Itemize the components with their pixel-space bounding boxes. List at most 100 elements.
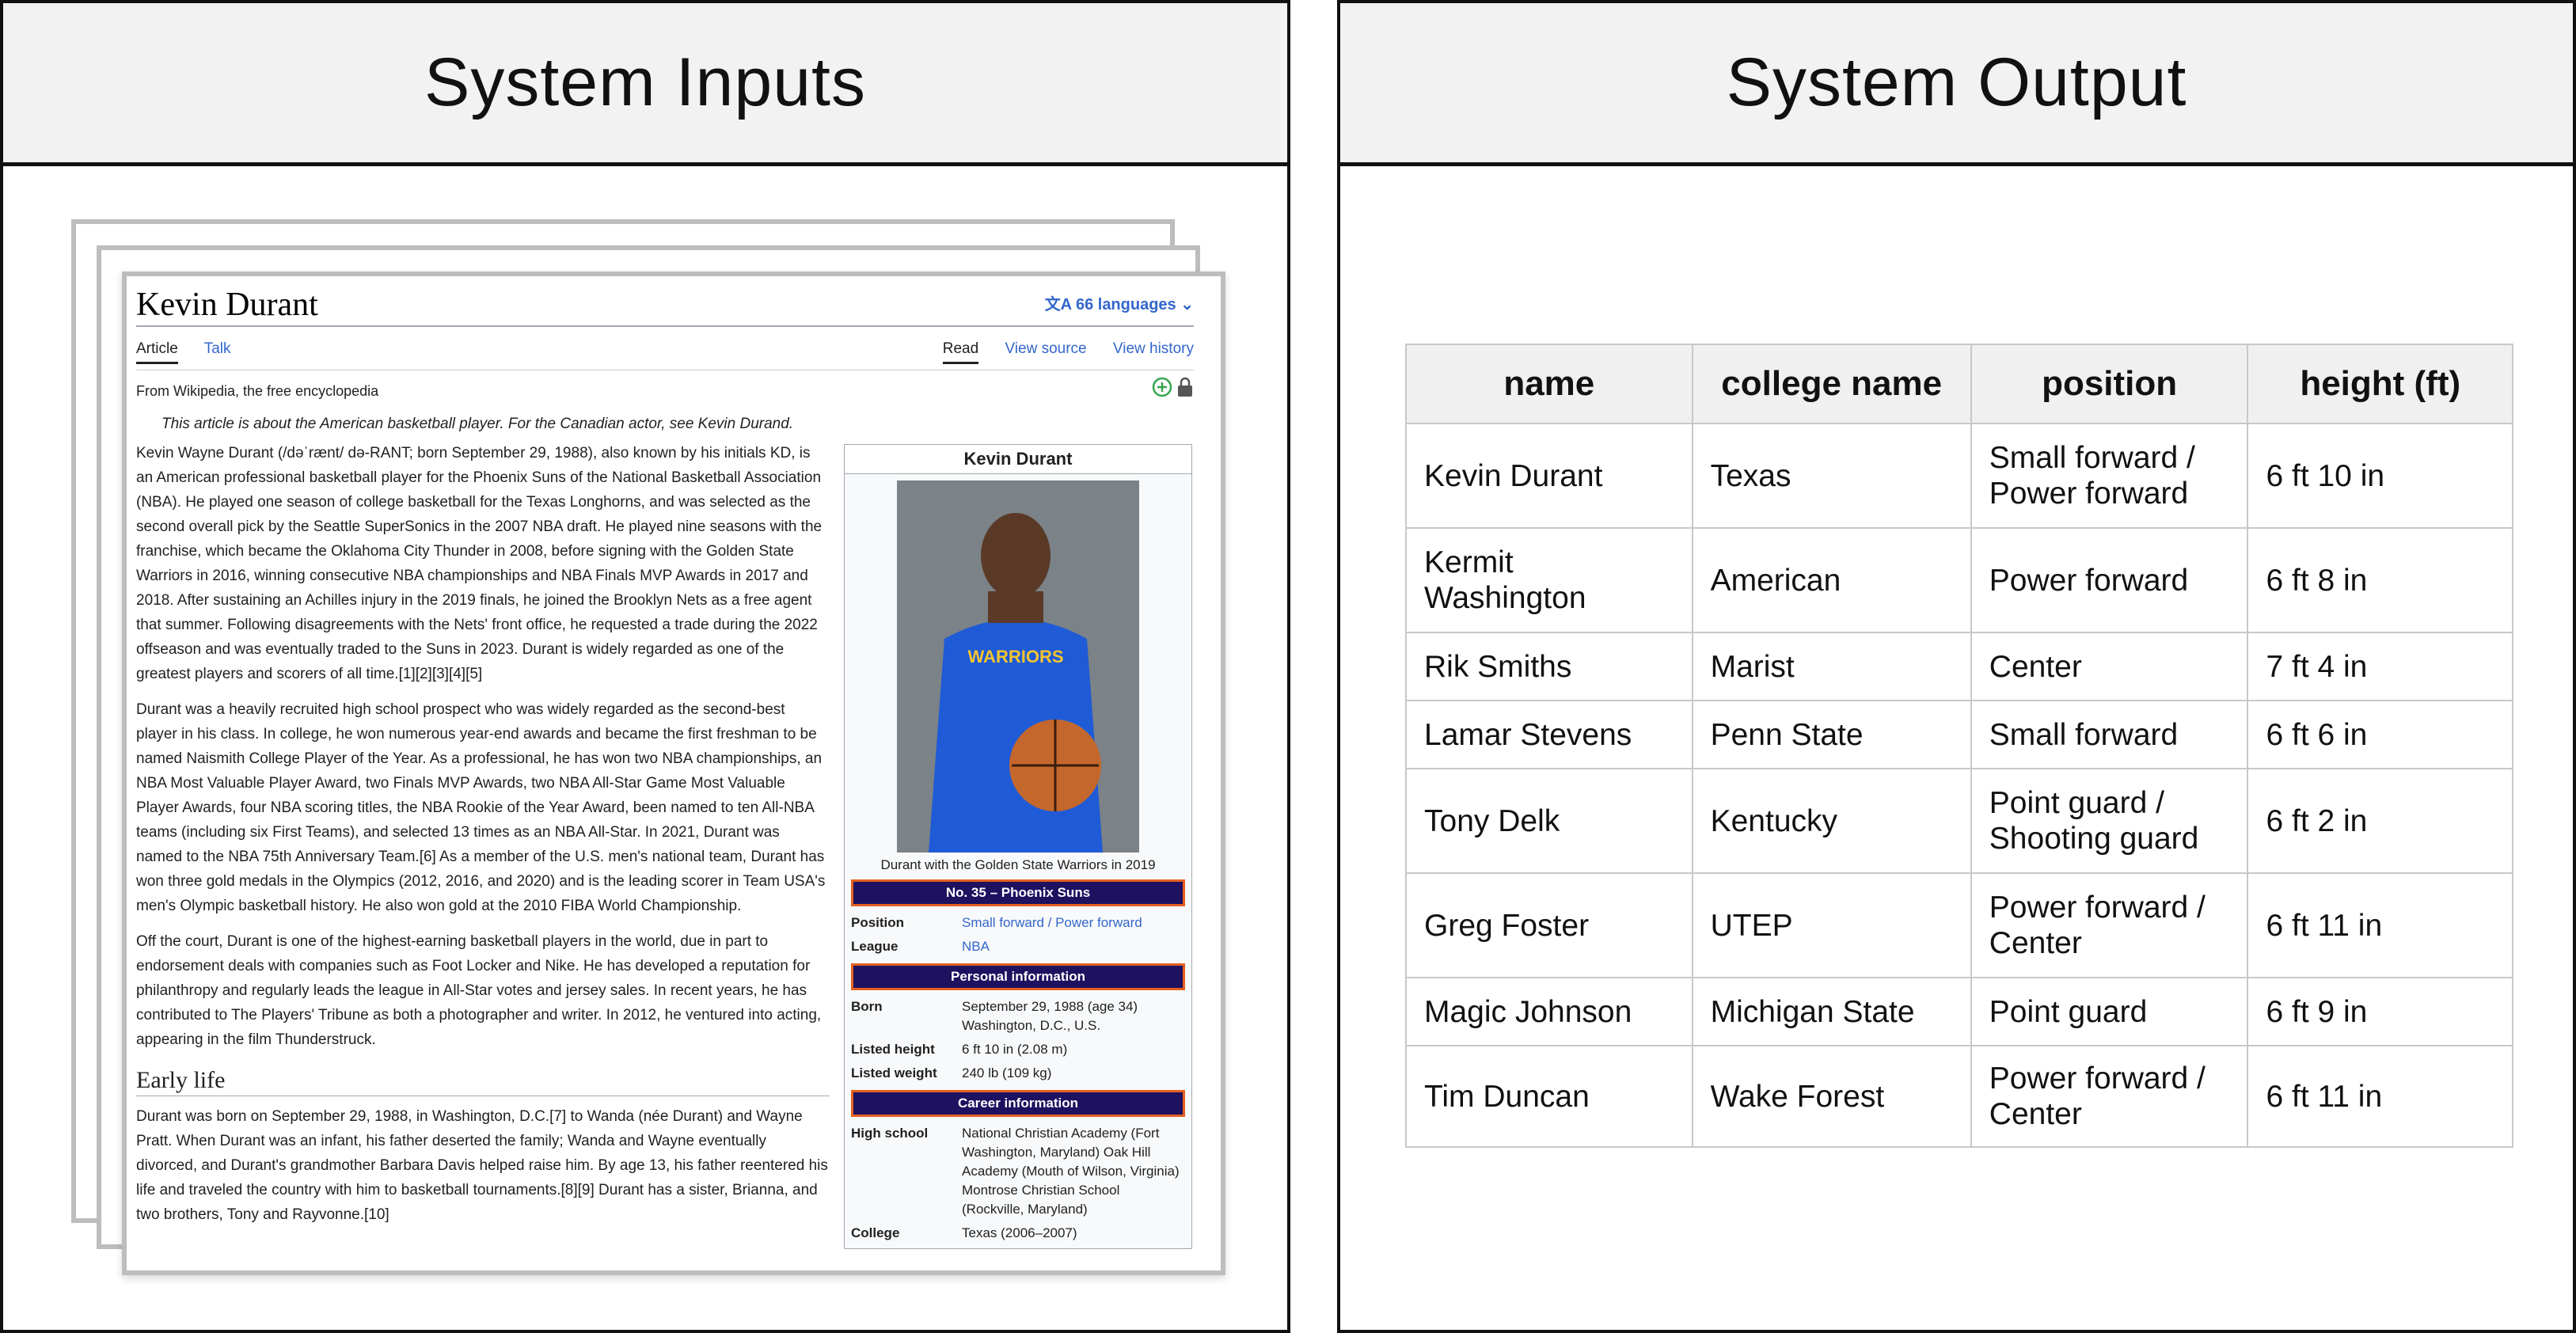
column-header-height: height (ft) (2247, 344, 2513, 424)
personal-info-bar: Personal information (851, 963, 1185, 990)
system-inputs-title: System Inputs (3, 3, 1287, 166)
height-label: Listed height (851, 1042, 935, 1057)
infobox-row-position: Position Small forward / Power forward (851, 911, 1185, 935)
cell-name: Magic Johnson (1405, 977, 1693, 1046)
from-wikipedia-row: From Wikipedia, the free encyclopedia (136, 377, 1194, 405)
article-text: Kevin Wayne Durant (/dəˈrænt/ də-RANT; b… (136, 441, 830, 1249)
early-life-paragraph: Durant was born on September 29, 1988, i… (136, 1108, 828, 1223)
cell-college: UTEP (1691, 872, 1972, 978)
tab-talk[interactable]: Talk (204, 340, 231, 357)
wikipedia-page-screenshot: Kevin Durant 文A 66 languages ⌄ Article T… (122, 272, 1225, 1275)
weight-value: 240 lb (109 kg) (962, 1065, 1052, 1080)
high-school-label: High school (851, 1126, 929, 1141)
lead-paragraph-2: Durant was a heavily recruited high scho… (136, 701, 826, 914)
college-value: Texas (2006–2007) (962, 1225, 1077, 1240)
cell-college: Penn State (1691, 700, 1972, 769)
languages-button[interactable]: 文A 66 languages ⌄ (1045, 293, 1194, 317)
languages-label: 66 languages (1075, 296, 1176, 313)
cell-name: Tim Duncan (1405, 1045, 1693, 1148)
player-photo-illustration: WARRIORS (897, 480, 1139, 853)
system-output-panel: System Output name college name position… (1337, 0, 2576, 1333)
cell-height: 6 ft 2 in (2247, 768, 2513, 874)
tab-view-source[interactable]: View source (1005, 340, 1086, 357)
translate-icon: 文A (1044, 296, 1076, 313)
cell-height: 7 ft 4 in (2247, 632, 2513, 701)
chevron-down-icon: ⌄ (1180, 296, 1194, 313)
cell-position: Power forward (1970, 527, 2249, 633)
cell-position: Point guard (1970, 977, 2249, 1046)
high-school-value: National Christian Academy (Fort Washing… (962, 1126, 1180, 1217)
cell-name: Lamar Stevens (1405, 700, 1693, 769)
section-heading-early-life: Early life (136, 1068, 830, 1096)
system-output-title: System Output (1340, 3, 2573, 166)
plus-circle-icon (1152, 377, 1172, 397)
infobox-row-college: College Texas (2006–2007) (851, 1221, 1185, 1245)
article-body: Kevin Wayne Durant (/dəˈrænt/ də-RANT; b… (136, 441, 1194, 1249)
position-label: Position (851, 915, 905, 930)
cell-position: Small forward / Power forward (1970, 423, 2249, 529)
photo-caption: Durant with the Golden State Warriors in… (880, 857, 1156, 872)
career-info-bar: Career information (851, 1090, 1185, 1117)
article-title: Kevin Durant (136, 287, 318, 323)
cell-name: Kermit Washington (1405, 527, 1693, 633)
table-row: Greg Foster UTEP Power forward / Center … (1405, 872, 2513, 978)
table-row: Kevin Durant Texas Small forward / Power… (1405, 423, 2513, 529)
hatnote: This article is about the American baske… (161, 416, 794, 432)
cell-college: Marist (1691, 632, 1972, 701)
system-inputs-panel: System Inputs Kevin Durant 文A 66 languag… (0, 0, 1290, 1333)
cell-college: Kentucky (1691, 768, 1972, 874)
cell-height: 6 ft 8 in (2247, 527, 2513, 633)
article-header: Kevin Durant 文A 66 languages ⌄ (136, 284, 1194, 327)
cell-height: 6 ft 9 in (2247, 977, 2513, 1046)
table-row: Tim Duncan Wake Forest Power forward / C… (1405, 1045, 2513, 1148)
cell-position: Power forward / Center (1970, 1045, 2249, 1148)
lead-paragraph-3: Off the court, Durant is one of the high… (136, 933, 822, 1048)
infobox-row-high-school: High school National Christian Academy (F… (851, 1122, 1185, 1221)
cell-position: Power forward / Center (1970, 872, 2249, 978)
cell-name: Tony Delk (1405, 768, 1693, 874)
league-label: League (851, 939, 899, 954)
table-header-row: name college name position height (ft) (1405, 344, 2513, 424)
cell-college: American (1691, 527, 1972, 633)
table-row: Rik Smiths Marist Center 7 ft 4 in (1405, 632, 2513, 701)
column-header-position: position (1970, 344, 2249, 424)
cell-name: Rik Smiths (1405, 632, 1693, 701)
league-value[interactable]: NBA (962, 937, 1185, 956)
cell-college: Michigan State (1691, 977, 1972, 1046)
born-value: September 29, 1988 (age 34) Washington, … (962, 999, 1138, 1033)
cell-height: 6 ft 10 in (2247, 423, 2513, 529)
tab-article[interactable]: Article (136, 340, 178, 364)
cell-height: 6 ft 6 in (2247, 700, 2513, 769)
column-header-name: name (1405, 344, 1693, 424)
table-row: Magic Johnson Michigan State Point guard… (1405, 977, 2513, 1046)
svg-text:WARRIORS: WARRIORS (968, 647, 1064, 666)
table-row: Tony Delk Kentucky Point guard / Shootin… (1405, 768, 2513, 874)
team-bar: No. 35 – Phoenix Suns (851, 879, 1185, 906)
infobox-row-league: League NBA (851, 935, 1185, 959)
table-row: Lamar Stevens Penn State Small forward 6… (1405, 700, 2513, 769)
from-wikipedia: From Wikipedia, the free encyclopedia (136, 382, 379, 399)
player-photo: WARRIORS (897, 480, 1139, 853)
page-icons (1152, 377, 1194, 405)
cell-height: 6 ft 11 in (2247, 872, 2513, 978)
cell-position: Center (1970, 632, 2249, 701)
weight-label: Listed weight (851, 1065, 937, 1080)
output-table: name college name position height (ft) K… (1405, 344, 2513, 1148)
lock-icon (1178, 377, 1192, 397)
cell-position: Small forward (1970, 700, 2249, 769)
cell-position: Point guard / Shooting guard (1970, 768, 2249, 874)
position-value[interactable]: Small forward / Power forward (962, 913, 1185, 932)
college-label: College (851, 1225, 900, 1240)
tab-read[interactable]: Read (942, 340, 979, 364)
tab-view-history[interactable]: View history (1113, 340, 1194, 357)
wikipedia-article: Kevin Durant 文A 66 languages ⌄ Article T… (136, 284, 1194, 1270)
infobox-row-height: Listed height 6 ft 10 in (2.08 m) (851, 1038, 1185, 1061)
cell-college: Wake Forest (1691, 1045, 1972, 1148)
table-row: Kermit Washington American Power forward… (1405, 527, 2513, 633)
cell-name: Kevin Durant (1405, 423, 1693, 529)
cell-height: 6 ft 11 in (2247, 1045, 2513, 1148)
cell-name: Greg Foster (1405, 872, 1693, 978)
infobox-title: Kevin Durant (845, 445, 1191, 474)
column-header-college-name: college name (1691, 344, 1972, 424)
born-label: Born (851, 999, 883, 1014)
